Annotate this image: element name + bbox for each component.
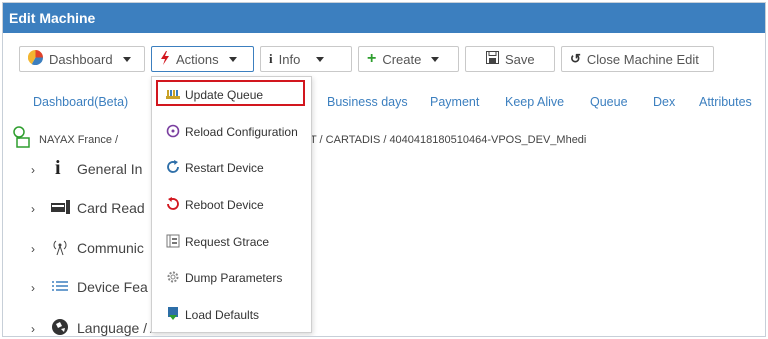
section-label: Device Fea [77, 279, 148, 295]
globe-icon [51, 318, 69, 336]
floppy-disk-icon [486, 51, 499, 67]
edit-machine-window: Edit Machine Dashboard Actions i Info + … [2, 2, 766, 337]
menu-item-reload-configuration[interactable]: Reload Configuration [152, 118, 311, 146]
dashboard-label: Dashboard [49, 51, 113, 67]
create-label: Create [382, 51, 422, 67]
tab-business-days[interactable]: Business days [327, 95, 408, 109]
machine-group-icon [13, 126, 33, 148]
toolbar: Dashboard Actions i Info + Create Save ↺… [3, 39, 765, 73]
chevron-right-icon: › [31, 242, 35, 256]
breadcrumb-right: T / CARTADIS / 4040418180510464-VPOS_DEV… [309, 134, 587, 146]
menu-item-label: Restart Device [185, 161, 264, 175]
reload-icon [166, 124, 180, 138]
menu-item-label: Update Queue [185, 88, 264, 102]
menu-item-label: Reload Configuration [185, 125, 298, 139]
menu-item-label: Dump Parameters [185, 271, 283, 285]
chevron-down-icon [228, 56, 237, 62]
chevron-down-icon [316, 56, 325, 62]
create-button[interactable]: + Create [358, 46, 459, 72]
chevron-down-icon [122, 56, 131, 62]
chevron-down-icon [431, 56, 440, 62]
dashboard-button[interactable]: Dashboard [19, 46, 145, 72]
tab-attributes[interactable]: Attributes [699, 95, 752, 109]
menu-item-update-queue[interactable]: Update Queue [152, 81, 311, 109]
title-bar: Edit Machine [3, 3, 765, 33]
save-label: Save [505, 51, 535, 67]
info-label: Info [278, 51, 301, 67]
actions-dropdown-menu: Update Queue Reload Configuration Restar… [151, 76, 312, 333]
list-icon [51, 277, 69, 295]
pie-chart-icon [27, 49, 44, 68]
menu-item-request-gtrace[interactable]: Request Gtrace [152, 228, 311, 256]
gtrace-icon [166, 234, 180, 248]
menu-item-label: Request Gtrace [185, 235, 270, 249]
info-button[interactable]: i Info [260, 46, 352, 72]
menu-item-dump-parameters[interactable]: Dump Parameters [152, 264, 311, 292]
chevron-right-icon: › [31, 202, 35, 216]
menu-item-restart-device[interactable]: Restart Device [152, 154, 311, 182]
info-icon: i [55, 157, 61, 179]
queue-icon [166, 87, 180, 101]
download-icon [166, 307, 180, 321]
tab-keep-alive[interactable]: Keep Alive [505, 95, 564, 109]
menu-item-load-defaults[interactable]: Load Defaults [152, 301, 311, 329]
plus-icon: + [367, 50, 377, 67]
chevron-right-icon: › [31, 322, 35, 336]
antenna-icon [51, 238, 69, 256]
menu-item-label: Reboot Device [185, 198, 264, 212]
bolt-icon [160, 50, 170, 68]
tab-queue[interactable]: Queue [590, 95, 628, 109]
tab-payment[interactable]: Payment [430, 95, 479, 109]
info-icon: i [269, 51, 273, 66]
card-reader-icon [51, 198, 70, 216]
breadcrumb: NAYAX France / T / CARTADIS / 4040418180… [39, 134, 586, 146]
tab-dashboard-beta[interactable]: Dashboard(Beta) [33, 95, 128, 109]
chevron-right-icon: › [31, 163, 35, 177]
save-button[interactable]: Save [465, 46, 555, 72]
section-label: Card Read [77, 200, 145, 216]
undo-icon: ↺ [570, 51, 581, 66]
chevron-right-icon: › [31, 281, 35, 295]
window-title: Edit Machine [9, 10, 96, 26]
close-machine-edit-button[interactable]: ↺ Close Machine Edit [561, 46, 714, 72]
actions-button[interactable]: Actions [151, 46, 254, 72]
reboot-icon [166, 197, 180, 211]
section-label: General In [77, 161, 143, 177]
section-label: Communic [77, 240, 144, 256]
tab-bar: Dashboard(Beta) Business days Payment Ke… [3, 89, 765, 115]
breadcrumb-left: NAYAX France / [39, 134, 119, 146]
close-edit-label: Close Machine Edit [586, 51, 699, 67]
actions-label: Actions [176, 51, 219, 67]
menu-item-label: Load Defaults [185, 308, 260, 322]
gear-icon [166, 270, 180, 284]
restart-icon [166, 160, 180, 174]
menu-item-reboot-device[interactable]: Reboot Device [152, 191, 311, 219]
tab-dex[interactable]: Dex [653, 95, 675, 109]
